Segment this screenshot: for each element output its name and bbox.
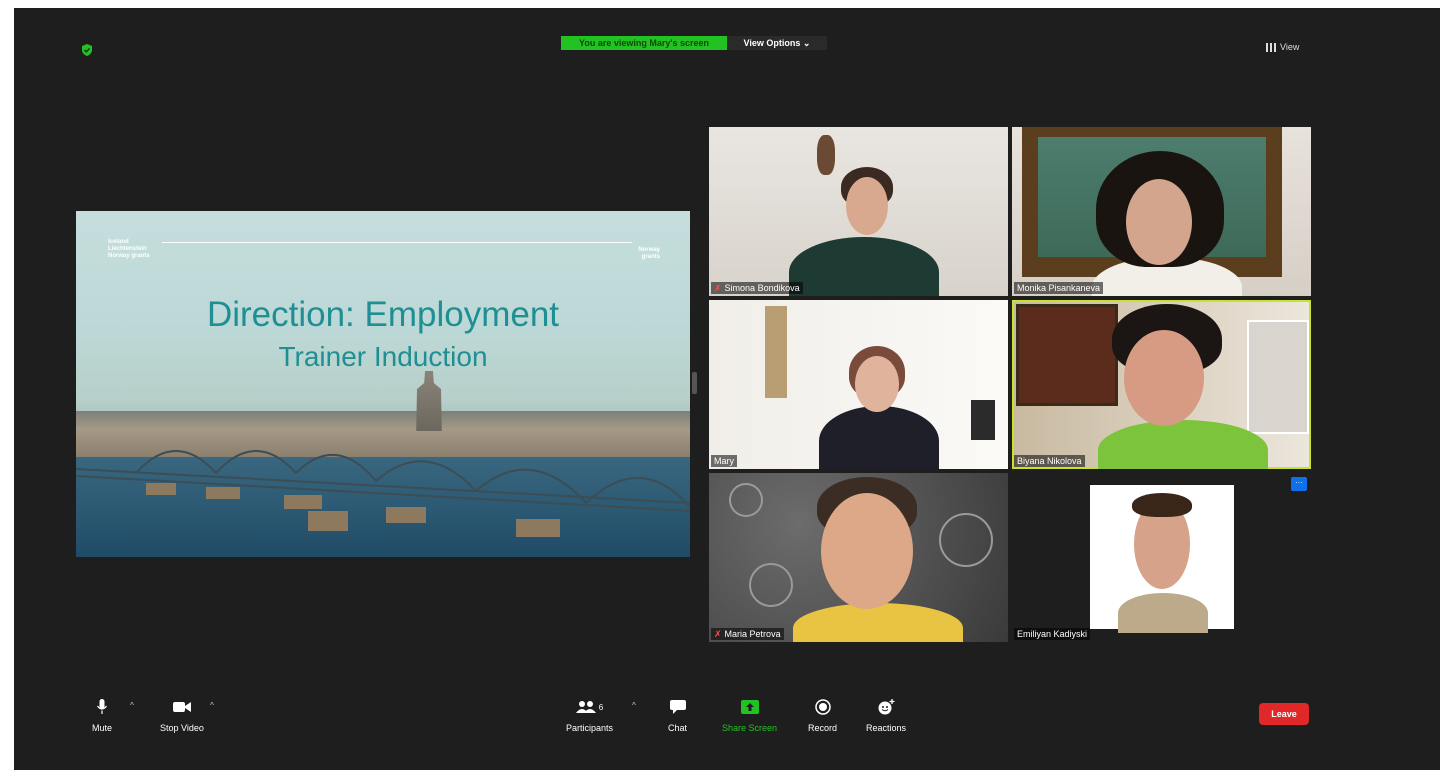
participant-tile-active-speaker[interactable]: Biyana Nikolova [1012, 300, 1311, 469]
participant-name: Maria Petrova [724, 629, 781, 639]
reactions-smiley-icon [878, 699, 895, 715]
logo-rule [162, 242, 632, 243]
norway-grants-logo: Norway grants [638, 247, 660, 261]
participants-options-chevron-icon[interactable]: ^ [632, 701, 636, 710]
participants-button[interactable]: 6 Participants [566, 697, 613, 733]
share-screen-icon [740, 700, 759, 714]
participant-tile[interactable]: Monika Pisankaneva [1012, 127, 1311, 296]
record-icon [814, 699, 831, 715]
muted-mic-icon: ✗ [714, 629, 722, 639]
railway-bridge-image [76, 450, 690, 537]
viewing-screen-banner: You are viewing Mary's screen [561, 36, 727, 50]
participant-name: Monika Pisankaneva [1017, 283, 1101, 293]
video-options-chevron-icon[interactable]: ^ [210, 701, 214, 710]
participant-name: Emiliyan Kadiyski [1017, 629, 1088, 639]
participants-icon [575, 701, 596, 713]
reactions-button[interactable]: Reactions [866, 697, 906, 733]
logo-line-2: Liechtenstein [108, 246, 147, 252]
participant-name-label: Monika Pisankaneva [1014, 282, 1104, 294]
chat-label: Chat [668, 723, 688, 733]
participant-name-label: Emiliyan Kadiyski [1014, 628, 1091, 640]
view-label: View [1280, 42, 1300, 52]
participants-count: 6 [598, 702, 604, 712]
participant-name: Simona Bondikova [724, 283, 800, 293]
chat-button[interactable]: Chat [668, 697, 687, 733]
logo-line-1: Iceland [108, 239, 129, 245]
logo-line-3: Norway grants [108, 253, 150, 259]
encryption-shield-icon[interactable] [80, 43, 94, 57]
participants-label: Participants [566, 723, 614, 733]
mute-label: Mute [92, 723, 113, 733]
audio-options-chevron-icon[interactable]: ^ [130, 701, 134, 710]
participant-name-label: ✗ Simona Bondikova [711, 282, 803, 294]
share-screen-label: Share Screen [722, 723, 778, 733]
participant-tile[interactable]: Mary [709, 300, 1008, 469]
participant-name-label: Biyana Nikolova [1014, 455, 1085, 467]
participant-tile[interactable]: ✗ Maria Petrova [709, 473, 1008, 642]
record-button[interactable]: Record [808, 697, 837, 733]
grid-view-icon [1266, 42, 1276, 52]
more-options-button[interactable]: ··· [1291, 477, 1307, 491]
participant-name: Mary [714, 456, 734, 466]
reactions-label: Reactions [866, 723, 907, 733]
norway-logo-line-1: Norway [638, 247, 660, 253]
participant-profile-photo [1090, 485, 1234, 633]
norway-logo-line-2: grants [641, 254, 660, 260]
view-options-button[interactable]: View Options ⌄ [727, 36, 827, 50]
slide-subtitle: Trainer Induction [278, 341, 488, 372]
microphone-icon [97, 699, 107, 714]
eea-grants-logo: Iceland Liechtenstein Norway grants [108, 239, 150, 260]
mute-button[interactable]: Mute [92, 697, 112, 733]
participant-tile[interactable]: ✗ Simona Bondikova [709, 127, 1008, 296]
stop-video-label: Stop Video [160, 723, 204, 733]
muted-mic-icon: ✗ [714, 283, 722, 293]
share-screen-button[interactable]: Share Screen [722, 697, 777, 733]
participant-name-label: ✗ Maria Petrova [711, 628, 784, 640]
participant-name-label: Mary [711, 455, 737, 467]
view-layout-button[interactable]: View [1266, 40, 1299, 54]
participant-name: Biyana Nikolova [1017, 456, 1082, 466]
stop-video-button[interactable]: Stop Video [160, 697, 204, 733]
slide-title: Direction: Employment [206, 295, 560, 334]
video-camera-icon [172, 702, 191, 712]
screen-share-topbar: You are viewing Mary's screen View Optio… [561, 36, 827, 50]
participant-tile[interactable]: ··· Emiliyan Kadiyski [1012, 473, 1311, 642]
chat-bubble-icon [669, 700, 686, 714]
leave-meeting-button[interactable]: Leave [1259, 703, 1309, 725]
shared-screen-slide: Iceland Liechtenstein Norway grants Norw… [76, 211, 690, 557]
record-label: Record [808, 723, 838, 733]
split-resize-handle[interactable] [692, 372, 697, 394]
